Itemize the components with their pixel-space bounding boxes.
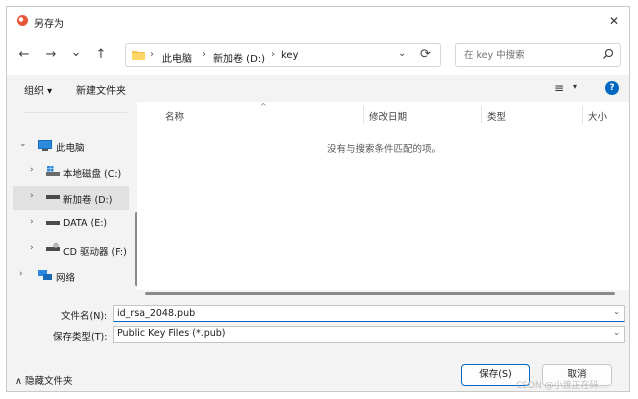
hide-folders-toggle[interactable]: ∧ 隐藏文件夹 <box>15 373 72 387</box>
empty-message: 没有与搜索条件匹配的项。 <box>326 144 441 155</box>
expand-chevron-icon[interactable]: › <box>30 191 34 201</box>
search-input[interactable] <box>456 44 604 66</box>
expand-chevron-icon[interactable]: › <box>30 165 34 175</box>
search-box[interactable] <box>455 43 621 67</box>
up-arrow-icon[interactable]: ↑ <box>93 47 109 63</box>
network-icon <box>38 270 52 280</box>
navigation-bar: ← → ⌄ ↑ › 此电脑 › 新加卷 (D:) › key ⌄ ⟳ <box>7 35 629 75</box>
filetype-value: Public Key Files (*.pub) <box>117 328 226 339</box>
view-dropdown-icon[interactable]: ▾ <box>573 82 577 91</box>
filename-dropdown-icon[interactable]: ⌄ <box>613 307 620 316</box>
forward-arrow-icon[interactable]: → <box>43 47 59 63</box>
breadcrumb-this-pc[interactable]: 此电脑 <box>162 50 192 65</box>
sidebar-item-local-disk-c[interactable]: › 本地磁盘 (C:) <box>13 160 129 184</box>
breadcrumb-d-drive[interactable]: 新加卷 (D:) <box>213 50 265 65</box>
column-header-name[interactable]: 名称 <box>165 109 184 123</box>
sidebar-item-data-e[interactable]: › DATA (E:) <box>13 212 129 236</box>
save-form: 文件名(N): ⌄ 保存类型(T): Public Key Files (*.p… <box>7 302 629 350</box>
column-divider[interactable] <box>363 106 364 124</box>
filename-label: 文件名(N): <box>61 311 108 322</box>
sidebar-item-d-drive[interactable]: › 新加卷 (D:) <box>13 186 129 210</box>
sidebar-item-cd-drive-f[interactable]: › CD 驱动器 (F:) <box>13 238 129 262</box>
drive-icon <box>46 221 60 225</box>
sidebar-item-label: 本地磁盘 (C:) <box>63 169 122 180</box>
expand-chevron-icon[interactable]: › <box>30 243 34 253</box>
horizontal-scrollbar[interactable] <box>145 292 615 295</box>
title-bar: 另存为 ✕ <box>7 7 629 35</box>
expand-chevron-icon[interactable]: › <box>19 269 23 279</box>
new-folder-button[interactable]: 新建文件夹 <box>76 82 126 97</box>
organize-menu[interactable]: 组织 ▾ <box>24 82 52 97</box>
filetype-label: 保存类型(T): <box>53 332 108 343</box>
divider <box>23 112 127 113</box>
drive-icon <box>46 195 60 199</box>
back-arrow-icon[interactable]: ← <box>16 47 32 63</box>
windows-drive-icon <box>46 166 60 176</box>
breadcrumb-separator: › <box>271 49 275 60</box>
watermark: CSDN @小渡正在码... <box>516 381 608 391</box>
column-divider[interactable] <box>582 106 583 124</box>
column-header-modified[interactable]: 修改日期 <box>369 109 407 123</box>
refresh-icon[interactable]: ⟳ <box>420 47 431 62</box>
file-list: ^ 名称 修改日期 类型 大小 没有与搜索条件匹配的项。 <box>137 102 629 295</box>
window-title: 另存为 <box>34 19 64 30</box>
column-divider[interactable] <box>481 106 482 124</box>
sidebar-item-network[interactable]: › 网络 <box>13 264 129 288</box>
monitor-icon <box>38 140 52 151</box>
recent-locations-icon[interactable]: ⌄ <box>68 45 84 61</box>
cd-drive-icon <box>46 243 60 251</box>
sidebar-item-this-pc[interactable]: ⌄ 此电脑 <box>13 134 129 158</box>
sidebar-item-label: 此电脑 <box>56 143 85 154</box>
filetype-select[interactable]: Public Key Files (*.pub) ⌄ <box>113 326 625 343</box>
sidebar-item-label: CD 驱动器 (F:) <box>63 247 127 258</box>
filename-input[interactable] <box>114 306 607 321</box>
breadcrumb-separator: › <box>150 49 154 60</box>
sidebar-item-label: 网络 <box>56 273 76 284</box>
save-as-dialog: 另存为 ✕ ← → ⌄ ↑ › 此电脑 › 新加卷 (D:) › key ⌄ ⟳ <box>6 6 630 392</box>
folder-icon <box>132 51 145 60</box>
sidebar-item-label: DATA (E:) <box>63 218 108 229</box>
column-header-type[interactable]: 类型 <box>487 109 506 123</box>
address-dropdown-icon[interactable]: ⌄ <box>398 48 406 59</box>
search-icon[interactable] <box>602 48 614 60</box>
app-icon <box>17 15 28 26</box>
filename-field[interactable]: ⌄ <box>113 305 625 322</box>
breadcrumb-key[interactable]: key <box>281 50 299 61</box>
navigation-pane: ⌄ 此电脑 › 本地磁盘 (C:) › 新加卷 (D:) › DATA (E:)… <box>13 102 138 290</box>
close-icon[interactable]: ✕ <box>605 12 623 30</box>
sidebar-item-label: 新加卷 (D:) <box>63 195 113 206</box>
column-header-size[interactable]: 大小 <box>588 109 607 123</box>
filetype-dropdown-icon[interactable]: ⌄ <box>613 328 620 337</box>
expand-chevron-icon[interactable]: ⌄ <box>19 139 27 149</box>
help-icon[interactable]: ? <box>605 81 619 95</box>
breadcrumb-separator: › <box>202 49 206 60</box>
sort-ascending-icon: ^ <box>260 102 267 111</box>
view-options-icon[interactable]: ≡ <box>554 81 564 95</box>
expand-chevron-icon[interactable]: › <box>30 217 34 227</box>
address-bar[interactable]: › 此电脑 › 新加卷 (D:) › key ⌄ ⟳ <box>125 43 441 67</box>
command-bar: 组织 ▾ 新建文件夹 ≡ ▾ ? <box>7 75 629 102</box>
